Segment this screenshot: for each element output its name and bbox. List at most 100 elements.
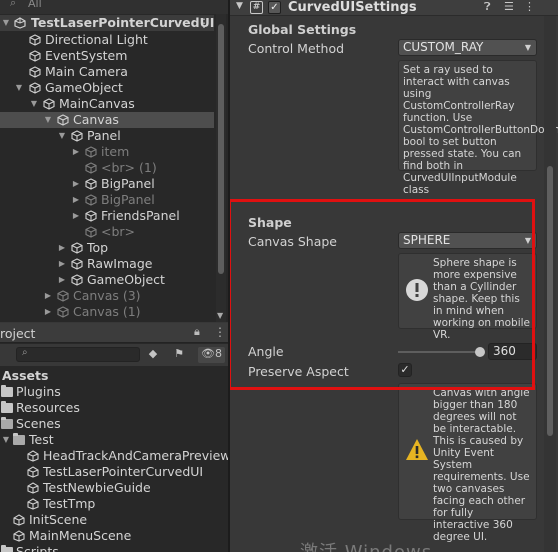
hierarchy-item[interactable]: ▼ MainCanvas [0, 96, 214, 112]
hierarchy-item[interactable]: ▶ item [0, 144, 214, 160]
hierarchy-item[interactable]: ▶ FriendsPanel [0, 208, 214, 224]
control-method-dropdown[interactable]: CUSTOM_RAY ▼ [398, 39, 537, 56]
presets-icon[interactable]: ☰ [504, 0, 514, 13]
chevron-down-icon: ▼ [524, 43, 531, 52]
fold-arrow-right-icon[interactable]: ▶ [43, 288, 53, 304]
hierarchy-item[interactable]: ▶ Canvas (3) [0, 288, 214, 304]
kebab-menu-icon[interactable]: ⋮ [214, 325, 226, 339]
warning-icon [406, 439, 428, 460]
project-item[interactable]: TestLaserPointerCurvedUI [0, 464, 228, 480]
project-tab-title[interactable]: roject [0, 326, 35, 341]
gameobject-icon [57, 290, 69, 302]
project-item[interactable]: InitScene [0, 512, 228, 528]
project-search-input[interactable]: ⌕ [16, 347, 140, 362]
hierarchy-item[interactable]: ▶ Canvas (1) [0, 304, 214, 320]
hierarchy-item[interactable]: ▶ Top [0, 240, 214, 256]
control-method-helpbox: Set a ray used to interact with canvas u… [398, 60, 558, 196]
project-item[interactable]: Scenes [0, 416, 228, 432]
project-item-label: Assets [2, 368, 49, 383]
hierarchy-item[interactable]: ▶ RawImage [0, 256, 214, 272]
lock-icon[interactable]: 🔒︎ [194, 325, 200, 339]
fold-arrow-right-icon[interactable]: ▶ [57, 272, 67, 288]
hierarchy-item-label: GameObject [45, 80, 123, 95]
hidden-packages-toggle[interactable]: 👁︎8 [198, 347, 225, 363]
fold-arrow-right-icon[interactable]: ▶ [57, 240, 67, 256]
hierarchy-item-label: GameObject [87, 272, 165, 287]
hierarchy-item[interactable]: <br> [0, 224, 214, 240]
fold-arrow-icon[interactable]: ▼ [1, 15, 11, 31]
project-item-label: Scenes [16, 416, 61, 431]
project-item[interactable]: ▼ Test [0, 432, 228, 448]
project-item[interactable]: Scripts [0, 544, 228, 552]
hierarchy-item[interactable]: Directional Light [0, 32, 214, 48]
project-item[interactable]: Plugins [0, 384, 228, 400]
control-method-value: CUSTOM_RAY [403, 40, 484, 54]
hierarchy-item[interactable]: ▼ Panel [0, 128, 214, 144]
kebab-menu-icon[interactable]: ⋮ [198, 15, 210, 31]
hierarchy-search[interactable]: ⌕ All [0, 0, 228, 14]
folder-open-icon [1, 417, 13, 429]
eye-slash-icon: 👁︎ [201, 347, 215, 360]
fold-arrow-right-icon[interactable]: ▶ [43, 304, 53, 320]
hierarchy-item[interactable]: <br> (1) [0, 160, 214, 176]
unity-scene-icon [14, 17, 26, 29]
project-item[interactable]: Resources [0, 400, 228, 416]
fold-arrow-right-icon[interactable]: ▶ [71, 144, 81, 160]
hierarchy-item-label: BigPanel [101, 176, 155, 191]
fold-arrow-icon[interactable]: ▼ [14, 80, 24, 96]
scene-row[interactable]: ▼ TestLaserPointerCurvedUI ⋮ [0, 15, 214, 31]
filter-by-type-icon[interactable]: ◆ [144, 347, 162, 363]
hierarchy-item[interactable]: ▶ BigPanel [0, 176, 214, 192]
hierarchy-item-label: Main Camera [45, 64, 128, 79]
unity-scene-icon [27, 498, 39, 510]
project-item-label: TestTmp [43, 496, 96, 511]
search-icon: ⌕ [22, 347, 28, 358]
hierarchy-item-label: Canvas (3) [73, 288, 141, 303]
project-item[interactable]: MainMenuScene [0, 528, 228, 544]
folder-icon [1, 401, 13, 413]
fold-arrow-right-icon[interactable]: ▶ [71, 192, 81, 208]
filter-by-label-icon[interactable]: ⚑ [170, 347, 188, 363]
hierarchy-item[interactable]: EventSystem [0, 48, 214, 64]
gameobject-icon [57, 114, 69, 126]
gameobject-icon [71, 242, 83, 254]
fold-arrow-icon[interactable]: ▼ [57, 128, 67, 144]
unity-scene-icon [27, 482, 39, 494]
hierarchy-item[interactable]: ▶ BigPanel [0, 192, 214, 208]
fold-arrow-icon[interactable]: ▼ [43, 112, 53, 128]
unity-scene-icon [13, 530, 25, 542]
project-item[interactable]: TestTmp [0, 496, 228, 512]
inspector-scrollbar[interactable] [544, 16, 556, 552]
windows-activation-watermark: 激活 Windows [300, 538, 432, 552]
hierarchy-item-selected[interactable]: ▼ Canvas [0, 112, 214, 128]
gameobject-icon [29, 34, 41, 46]
component-header[interactable]: ▼ # ✓ CurvedUISettings ❓︎ ☰ ⋮ [230, 0, 558, 16]
project-item[interactable]: Assets [0, 368, 228, 384]
fold-arrow-right-icon[interactable]: ▶ [71, 208, 81, 224]
gameobject-icon [71, 274, 83, 286]
project-item[interactable]: TestNewbieGuide [0, 480, 228, 496]
fold-arrow-right-icon[interactable]: ▶ [57, 256, 67, 272]
unity-scene-icon [27, 450, 39, 462]
fold-arrow-icon[interactable]: ▼ [1, 432, 11, 448]
gameobject-icon [85, 210, 97, 222]
project-tab-bar: roject 🔒︎ ⋮ [0, 323, 228, 343]
hierarchy-item[interactable]: ▼ GameObject [0, 80, 214, 96]
fold-arrow-right-icon[interactable]: ▶ [71, 176, 81, 192]
fold-arrow-icon[interactable]: ▼ [29, 96, 39, 112]
component-enabled-checkbox[interactable]: ✓ [268, 1, 281, 14]
scrollbar-thumb[interactable] [547, 166, 553, 436]
hierarchy-item[interactable]: ▶ GameObject [0, 272, 214, 288]
hierarchy-item[interactable]: Main Camera [0, 64, 214, 80]
gameobject-icon [85, 226, 97, 238]
scrollbar-thumb[interactable] [218, 24, 224, 274]
scroll-down-icon[interactable]: ▼ [217, 311, 223, 320]
folder-icon [1, 545, 13, 552]
help-icon[interactable]: ❓︎ [484, 0, 491, 14]
project-item[interactable]: HeadTrackAndCameraPreview [0, 448, 228, 464]
hierarchy-item-label: Canvas (1) [73, 304, 141, 319]
kebab-menu-icon[interactable]: ⋮ [524, 0, 535, 13]
hierarchy-scrollbar[interactable]: ▼ [216, 14, 226, 322]
hierarchy-item-label: item [101, 144, 130, 159]
fold-arrow-icon[interactable]: ▼ [236, 1, 243, 11]
